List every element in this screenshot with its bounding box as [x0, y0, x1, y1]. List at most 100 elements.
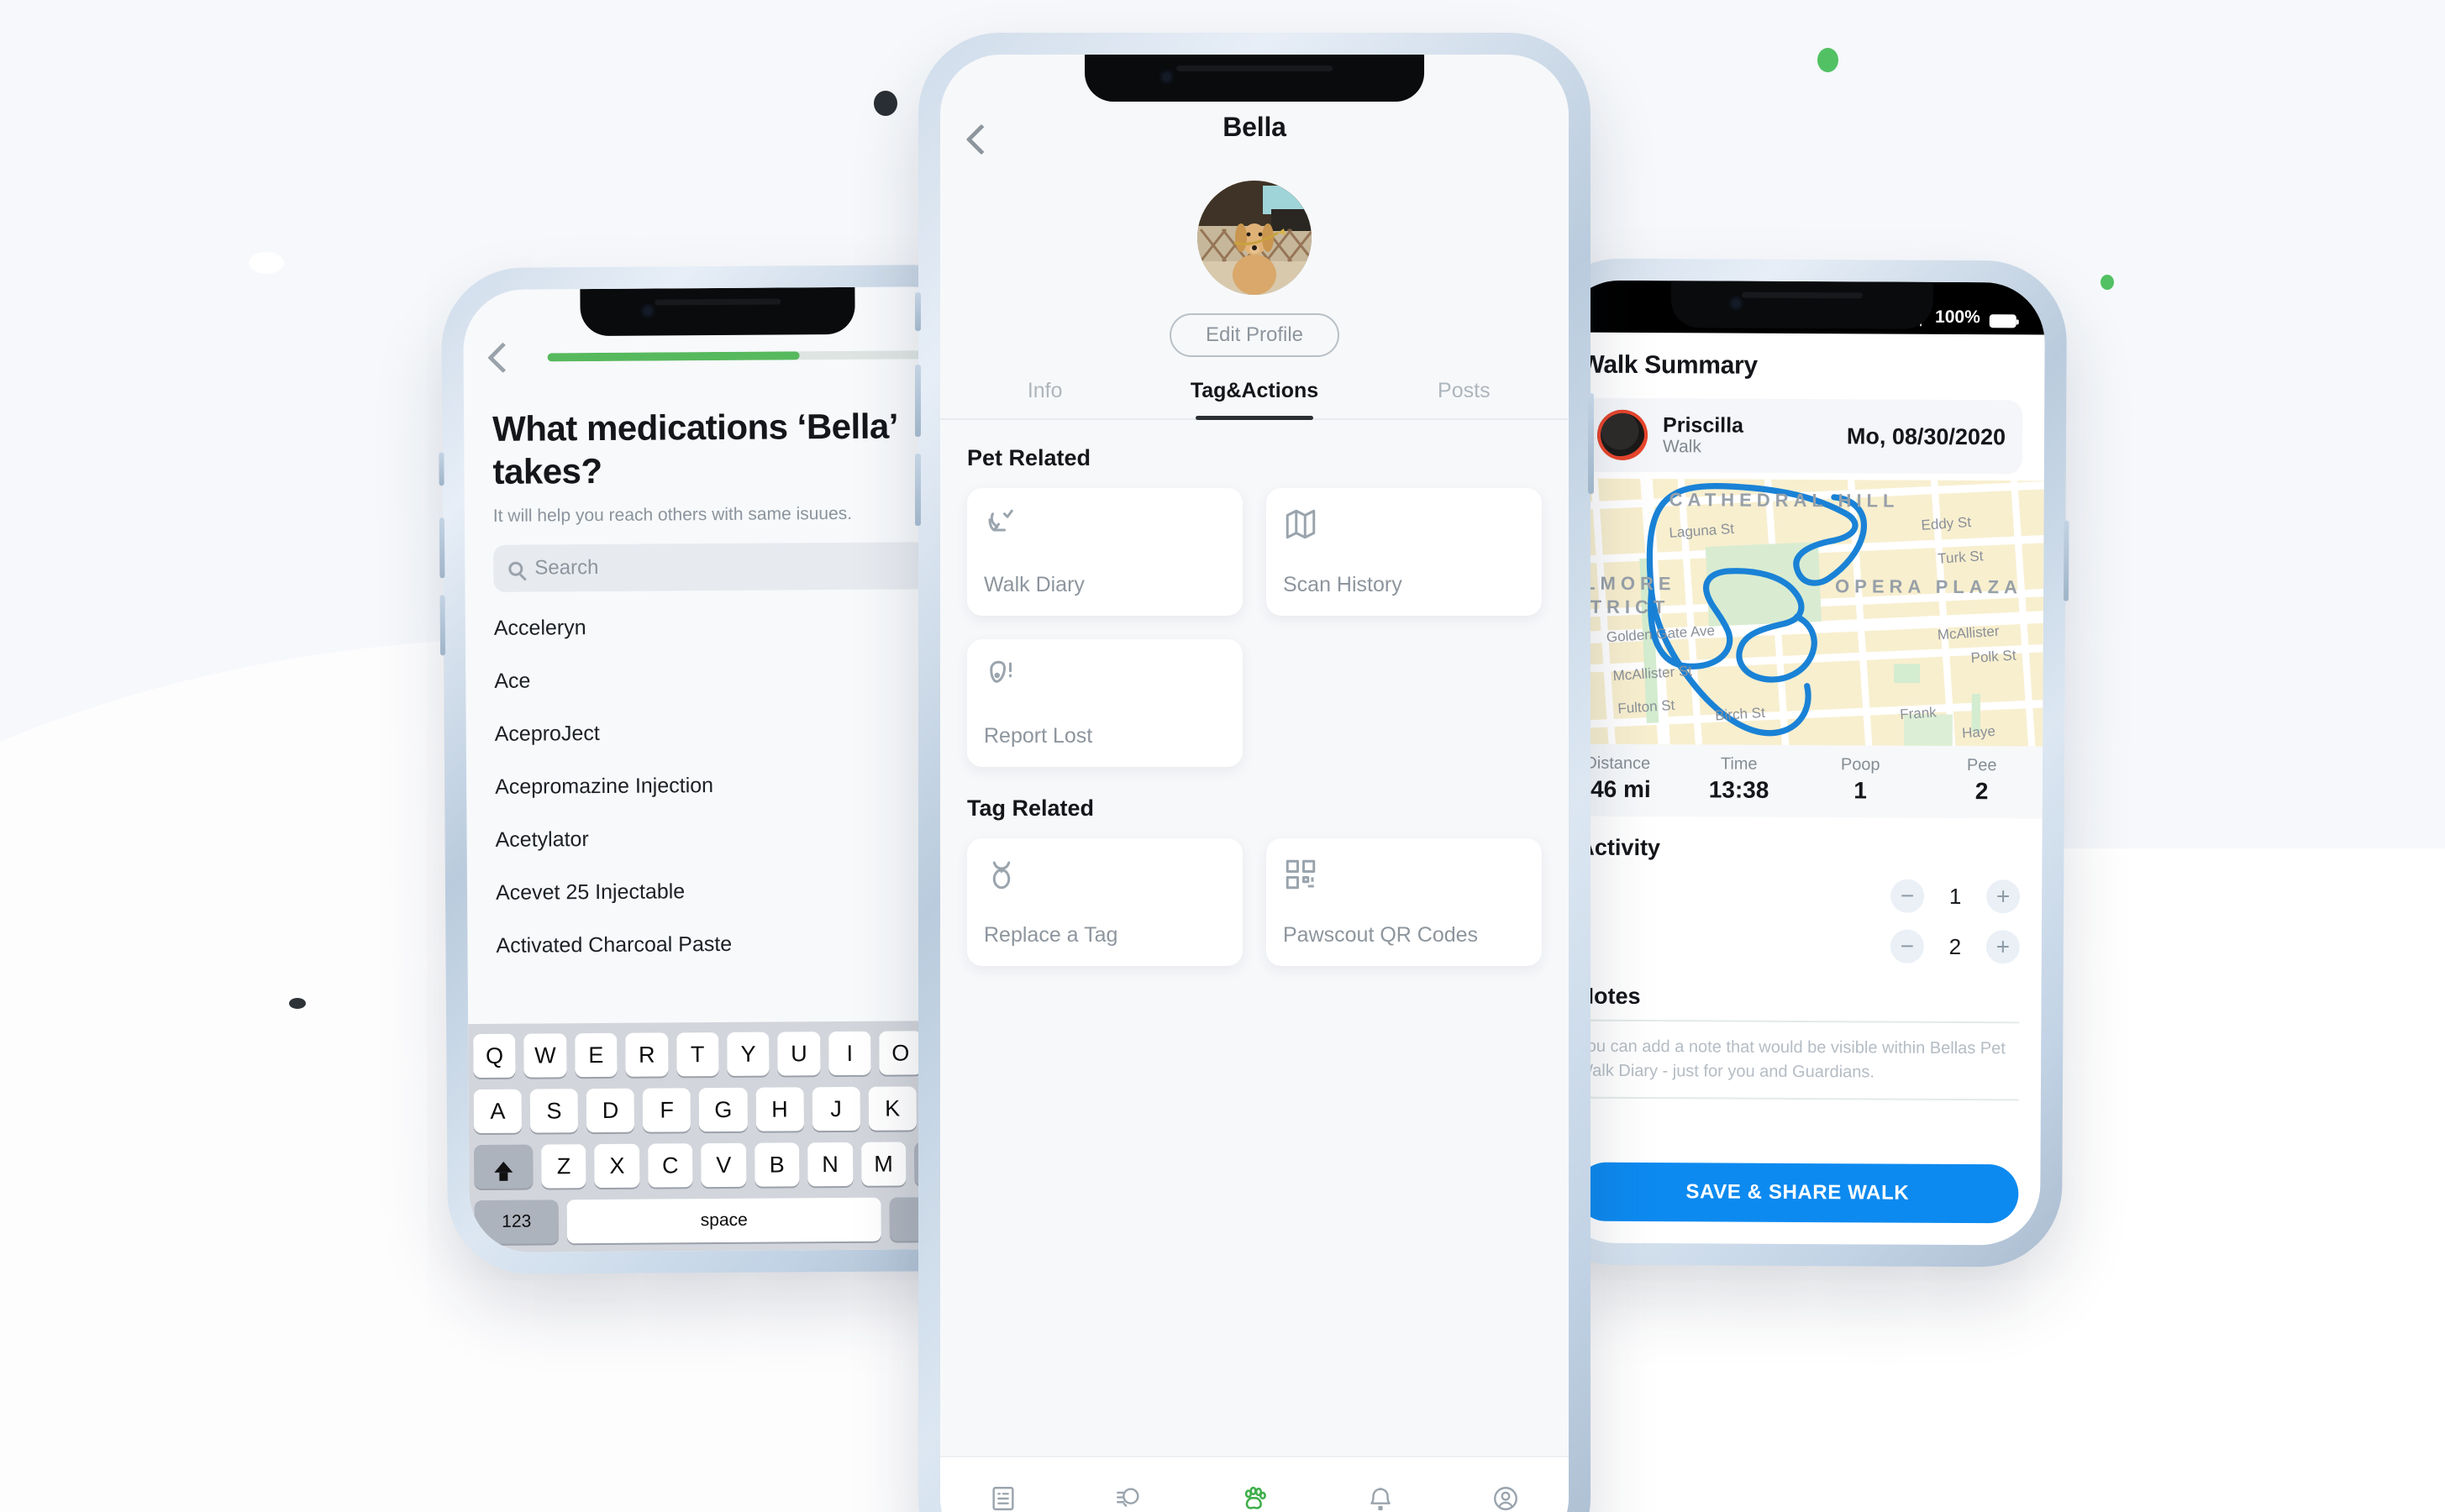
walker-card[interactable]: Priscilla Walk Mo, 08/30/2020 [1580, 397, 2023, 475]
front-camera [1728, 296, 1743, 311]
feed-icon [989, 1484, 1017, 1512]
action-card-replace-a-tag[interactable]: Replace a Tag [967, 838, 1243, 966]
stepper-plus-button[interactable]: + [1985, 930, 2020, 964]
key-o[interactable]: O [879, 1031, 923, 1075]
battery-full-icon [1989, 314, 2016, 328]
stat-label: Time [1720, 754, 1758, 774]
map-label: Haye [1961, 722, 1996, 742]
search-input[interactable]: Search [493, 542, 946, 593]
list-item[interactable]: Ace [494, 653, 946, 709]
map-label: Polk St [1970, 647, 2017, 666]
shift-key[interactable] [474, 1144, 534, 1189]
list-item[interactable]: Activated Charcoal Paste [496, 917, 948, 974]
tab-tag-actions[interactable]: Tag&Actions [1149, 379, 1359, 420]
earpiece-speaker [1176, 66, 1333, 71]
map-icon [1283, 507, 1318, 542]
key-h[interactable]: H [755, 1087, 804, 1131]
decorative-dot-dark [289, 998, 306, 1009]
key-a[interactable]: A [473, 1089, 523, 1134]
notes-input[interactable]: You can add a note that would be visible… [1576, 1019, 2020, 1101]
stat-poop: Poop 1 [1800, 755, 1922, 805]
key-i[interactable]: I [828, 1031, 871, 1076]
back-button[interactable] [487, 342, 518, 374]
action-card-label: Scan History [1283, 573, 1402, 596]
pet-avatar[interactable] [1197, 181, 1312, 295]
key-b[interactable]: B [754, 1142, 800, 1187]
power-button [1588, 393, 1594, 494]
tab-info[interactable]: Info [940, 379, 1149, 418]
stat-value: 1 [1853, 777, 1867, 804]
key-s[interactable]: S [529, 1089, 579, 1133]
stepper-minus-button[interactable]: − [1890, 879, 1925, 913]
list-item[interactable]: Acevet 25 Injectable [496, 864, 948, 921]
save-and-share-walk-button[interactable]: SAVE & SHARE WALK [1576, 1162, 2019, 1224]
action-card-label: Report Lost [984, 724, 1093, 748]
medication-list[interactable]: Acceleryn Ace AceproJect Acepromazine Injec… [494, 600, 949, 974]
action-card-label: Replace a Tag [984, 923, 1118, 947]
action-card-report-lost[interactable]: Report Lost [967, 639, 1243, 767]
volume-up-button [439, 517, 445, 579]
profile-tabs[interactable]: Info Tag&Actions Posts [940, 379, 1569, 420]
walk-stats-row: Distance .46 mi Time 13:38 Poop 1 Pee 2 [1556, 743, 2043, 819]
action-card-grid: Replace a Tag Pawscout QR Codes [967, 838, 1542, 966]
nav-item-for-you[interactable]: For You [940, 1484, 1066, 1512]
section-title: Pet Related [967, 445, 1091, 470]
stepper-plus-button[interactable]: + [1986, 879, 2021, 914]
stepper-minus-button[interactable]: − [1890, 929, 1924, 963]
nav-item-notifications[interactable]: Notifications [1317, 1484, 1443, 1512]
stat-label: Poop [1840, 755, 1880, 774]
action-card-walk-diary[interactable]: Walk Diary [967, 488, 1243, 616]
key-n[interactable]: N [807, 1142, 854, 1187]
key-m[interactable]: M [860, 1142, 907, 1186]
showcase-canvas: What medications ‘Bella’ takes? It will … [0, 0, 2445, 1512]
keyboard-row-2: ASDFGHJKL [473, 1085, 973, 1134]
center-phone-device: Bella Edit Profile Info Tag&Actions Post… [915, 33, 1594, 1512]
stat-value: 13:38 [1708, 776, 1769, 803]
key-j[interactable]: J [812, 1086, 860, 1131]
key-t[interactable]: T [676, 1032, 719, 1077]
nav-item-discover[interactable]: Discover [1066, 1484, 1192, 1512]
key-k[interactable]: K [868, 1086, 917, 1131]
list-item[interactable]: Acetylator [495, 811, 947, 868]
pet-tag-icon [984, 857, 1019, 892]
edit-profile-button[interactable]: Edit Profile [1170, 313, 1339, 357]
map-label: Eddy St [1920, 514, 1972, 533]
tab-content: Pet Related Walk Diary Scan History Report … [940, 420, 1569, 966]
space-key[interactable]: space [566, 1197, 881, 1244]
key-q[interactable]: Q [473, 1033, 516, 1079]
right-phone-screen: ᛏ 100% Walk Summary Priscilla Walk Mo, 0… [1554, 280, 2045, 1246]
ios-keyboard[interactable]: QWERTYUIOP ASDFGHJKL ZXCVBNM ⌫ 123 space… [468, 1020, 979, 1253]
key-x[interactable]: X [594, 1143, 640, 1189]
key-g[interactable]: G [699, 1087, 748, 1132]
nav-item-profile[interactable]: Profile [1443, 1484, 1569, 1512]
action-card-pawscout-qr-codes[interactable]: Pawscout QR Codes [1266, 838, 1542, 966]
key-r[interactable]: R [625, 1032, 669, 1077]
search-placeholder: Search [534, 556, 599, 580]
numbers-key[interactable]: 123 [474, 1200, 559, 1245]
walk-route-map[interactable]: CATHEDRAL HILL FILLMORE DISTRICT OPERA PLAZ… [1557, 478, 2044, 747]
key-w[interactable]: W [523, 1033, 567, 1078]
key-u[interactable]: U [777, 1032, 821, 1076]
key-v[interactable]: V [701, 1142, 747, 1188]
notch [580, 286, 856, 337]
key-c[interactable]: C [647, 1143, 693, 1188]
key-z[interactable]: Z [541, 1144, 586, 1189]
list-item[interactable]: AceproJect [494, 706, 946, 762]
key-f[interactable]: F [642, 1088, 691, 1132]
tab-posts[interactable]: Posts [1359, 379, 1569, 418]
action-card-label: Walk Diary [984, 573, 1085, 596]
key-d[interactable]: D [586, 1088, 635, 1133]
key-y[interactable]: Y [727, 1032, 770, 1076]
list-item[interactable]: Acceleryn [494, 600, 946, 656]
nav-item-my-pets[interactable]: My Pets [1191, 1484, 1317, 1512]
notes-label: Notes [1577, 983, 1641, 1010]
key-e[interactable]: E [574, 1032, 618, 1078]
page-title: Walk Summary [1580, 350, 1758, 380]
page-subtitle: It will help you reach others with same … [492, 504, 853, 527]
paw-alert-icon [984, 658, 1019, 693]
list-item[interactable]: Acepromazine Injection [495, 759, 947, 815]
action-card-scan-history[interactable]: Scan History [1266, 488, 1542, 616]
page-title: Bella [1222, 112, 1286, 142]
background-blob [249, 252, 284, 274]
bottom-navigation[interactable]: For YouDiscoverMy PetsNotificationsProfi… [940, 1456, 1569, 1512]
